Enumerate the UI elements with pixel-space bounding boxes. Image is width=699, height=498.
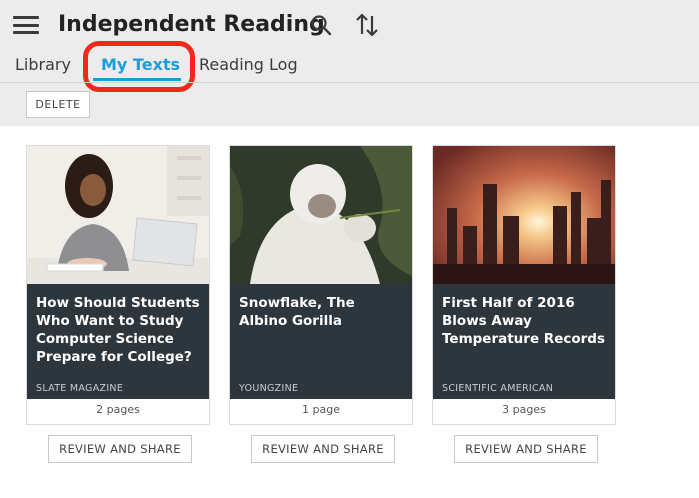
- text-card[interactable]: First Half of 2016 Blows Away Temperatur…: [432, 145, 616, 425]
- text-card[interactable]: Snowflake, The Albino Gorilla YOUNGZINE …: [229, 145, 413, 425]
- delete-button[interactable]: DELETE: [26, 91, 90, 118]
- card-info-panel: Snowflake, The Albino Gorilla YOUNGZINE: [230, 284, 412, 399]
- card-info-panel: How Should Students Who Want to Study Co…: [27, 284, 209, 399]
- header-divider: [0, 82, 699, 83]
- active-tab-indicator: [93, 78, 181, 81]
- card-thumbnail: [27, 146, 209, 284]
- card-title: How Should Students Who Want to Study Co…: [36, 295, 200, 365]
- card-source: SLATE MAGAZINE: [36, 383, 124, 394]
- card-thumbnail: [433, 146, 615, 284]
- sort-arrows-icon[interactable]: [354, 12, 380, 38]
- text-card[interactable]: How Should Students Who Want to Study Co…: [26, 145, 210, 425]
- review-and-share-button[interactable]: REVIEW AND SHARE: [454, 435, 598, 463]
- card-source: YOUNGZINE: [239, 383, 299, 394]
- search-icon[interactable]: [310, 14, 332, 36]
- card-title: Snowflake, The Albino Gorilla: [239, 295, 355, 329]
- card-source: SCIENTIFIC AMERICAN: [442, 383, 554, 394]
- tab-my-texts[interactable]: My Texts: [101, 54, 180, 76]
- tab-library[interactable]: Library: [15, 54, 71, 76]
- hamburger-menu-icon[interactable]: [13, 16, 39, 34]
- card-page-count: 1 page: [302, 403, 340, 416]
- card-thumbnail: [230, 146, 412, 284]
- review-and-share-button[interactable]: REVIEW AND SHARE: [251, 435, 395, 463]
- tab-reading-log[interactable]: Reading Log: [199, 54, 298, 76]
- card-info-panel: First Half of 2016 Blows Away Temperatur…: [433, 284, 615, 399]
- review-and-share-button[interactable]: REVIEW AND SHARE: [48, 435, 192, 463]
- page-title: Independent Reading: [58, 12, 325, 37]
- card-page-count: 2 pages: [96, 403, 140, 416]
- card-page-count: 3 pages: [502, 403, 546, 416]
- card-title: First Half of 2016 Blows Away Temperatur…: [442, 295, 605, 347]
